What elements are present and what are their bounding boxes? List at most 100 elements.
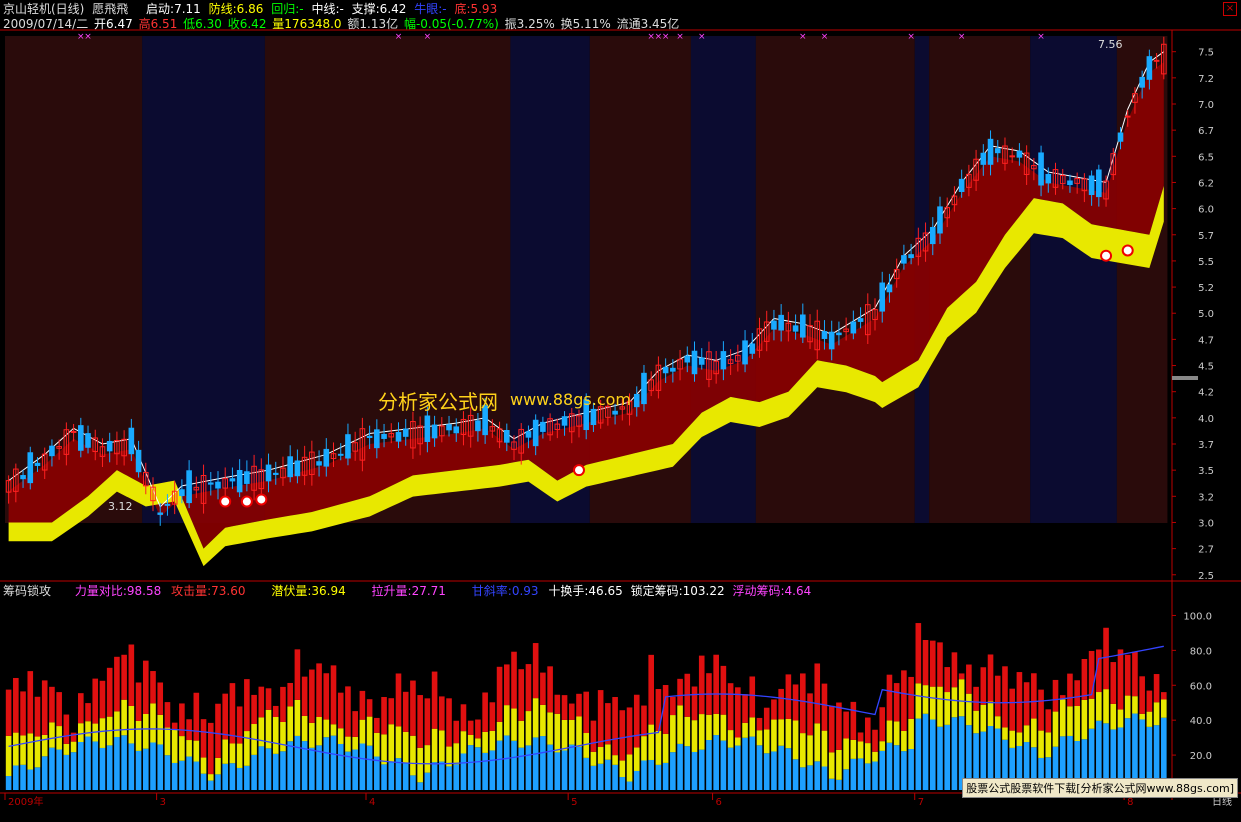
bar-yellow xyxy=(1009,730,1015,748)
sub-name: 筹码锁攻 xyxy=(3,584,52,598)
bar-yellow xyxy=(323,719,330,738)
x-tick-label: 3 xyxy=(160,797,166,808)
bar-yellow xyxy=(720,714,727,741)
bar-yellow xyxy=(1103,689,1109,724)
bar-yellow xyxy=(641,736,647,761)
bar-red xyxy=(561,695,568,720)
locked-value: 锁定筹码:103.22 xyxy=(630,584,725,598)
candle-body xyxy=(20,475,26,480)
bar-red xyxy=(590,720,597,752)
bar-cyan xyxy=(135,750,142,790)
bar-cyan xyxy=(49,747,55,790)
candle-body xyxy=(525,431,532,438)
bar-red xyxy=(1110,662,1117,704)
bar-cyan xyxy=(568,744,575,790)
bar-yellow xyxy=(1096,692,1102,721)
x-tick-label: 2009年 xyxy=(8,795,43,808)
y-tick-label: 5.5 xyxy=(1198,257,1214,268)
peak-label: 7.56 xyxy=(1098,38,1123,51)
bar-red xyxy=(157,682,164,715)
candle-body xyxy=(294,460,301,477)
candle-body xyxy=(135,449,142,473)
candle-body xyxy=(633,393,640,408)
candle-body xyxy=(215,481,221,489)
bar-red xyxy=(309,669,315,723)
bar-red xyxy=(446,698,452,747)
candle-body xyxy=(337,453,344,456)
candle-body xyxy=(590,408,597,426)
bar-cyan xyxy=(532,737,539,790)
bar-red xyxy=(179,703,185,737)
bar-yellow xyxy=(424,745,431,773)
bar-cyan xyxy=(561,750,568,790)
bar-cyan xyxy=(908,749,914,790)
bar-red xyxy=(994,675,1001,717)
bar-yellow xyxy=(994,716,1001,729)
bar-yellow xyxy=(179,736,185,761)
bar-cyan xyxy=(207,780,214,790)
bar-cyan xyxy=(20,764,26,790)
bar-yellow xyxy=(648,724,654,760)
bar-yellow xyxy=(142,713,149,749)
bar-cyan xyxy=(366,745,373,790)
bar-yellow xyxy=(359,719,366,744)
bar-yellow xyxy=(612,755,618,765)
footer-banner[interactable]: 股票公式股票软件下载[分析家公式网www.88gs.com] xyxy=(962,778,1238,798)
bar-yellow xyxy=(85,721,91,737)
bar-cyan xyxy=(381,764,387,790)
x-marker: × xyxy=(676,32,684,42)
candle-body xyxy=(316,461,322,466)
bar-red xyxy=(511,651,517,709)
bar-yellow xyxy=(49,722,55,748)
y-tick-label: 3.5 xyxy=(1198,466,1214,477)
candle-body xyxy=(836,332,842,336)
bar-yellow xyxy=(807,735,813,766)
bar-red xyxy=(207,722,214,775)
candle-body xyxy=(1124,115,1131,118)
bar-cyan xyxy=(150,742,156,790)
bar-red xyxy=(691,686,698,721)
signal-ball-icon xyxy=(255,493,268,506)
bar-yellow xyxy=(395,726,402,759)
bar-cyan xyxy=(619,777,626,790)
bar-cyan xyxy=(56,749,62,790)
bar-cyan xyxy=(99,747,106,790)
bar-red xyxy=(316,663,322,717)
bar-cyan xyxy=(78,741,84,790)
bar-red xyxy=(186,719,192,741)
candle-body xyxy=(1146,56,1153,80)
bar-red xyxy=(388,698,395,725)
high-value: 高6.51 xyxy=(138,17,178,31)
bar-cyan xyxy=(626,781,633,790)
bar-red xyxy=(244,679,250,732)
bar-red xyxy=(821,683,828,731)
bar-cyan xyxy=(402,763,409,790)
bar-red xyxy=(1009,688,1015,731)
bar-cyan xyxy=(684,746,691,790)
close-icon[interactable]: × xyxy=(1223,2,1237,16)
bar-red xyxy=(453,720,460,744)
bar-red xyxy=(836,702,842,750)
bar-yellow xyxy=(114,711,120,738)
bar-cyan xyxy=(229,763,236,790)
bar-red xyxy=(467,720,474,735)
bar-yellow xyxy=(1146,711,1153,727)
bar-red xyxy=(807,693,813,736)
bar-red xyxy=(222,693,229,740)
candle-body xyxy=(691,350,698,375)
candle-body xyxy=(366,435,373,438)
bar-yellow xyxy=(1074,705,1080,742)
bar-yellow xyxy=(186,740,192,757)
watermark-url: www.88gs.com xyxy=(510,390,631,409)
volume-value: 量176348.0 xyxy=(272,17,342,31)
y-tick-label: 5.2 xyxy=(1198,283,1214,294)
indicator-name: 愿飛飛 xyxy=(92,2,129,16)
candle-body xyxy=(265,464,272,482)
bar-yellow xyxy=(20,735,26,765)
bar-red xyxy=(893,683,900,722)
bar-yellow xyxy=(525,711,532,746)
bar-red xyxy=(1124,654,1131,696)
candle-body xyxy=(34,462,41,466)
bar-yellow xyxy=(879,741,886,751)
bar-yellow xyxy=(374,732,380,757)
